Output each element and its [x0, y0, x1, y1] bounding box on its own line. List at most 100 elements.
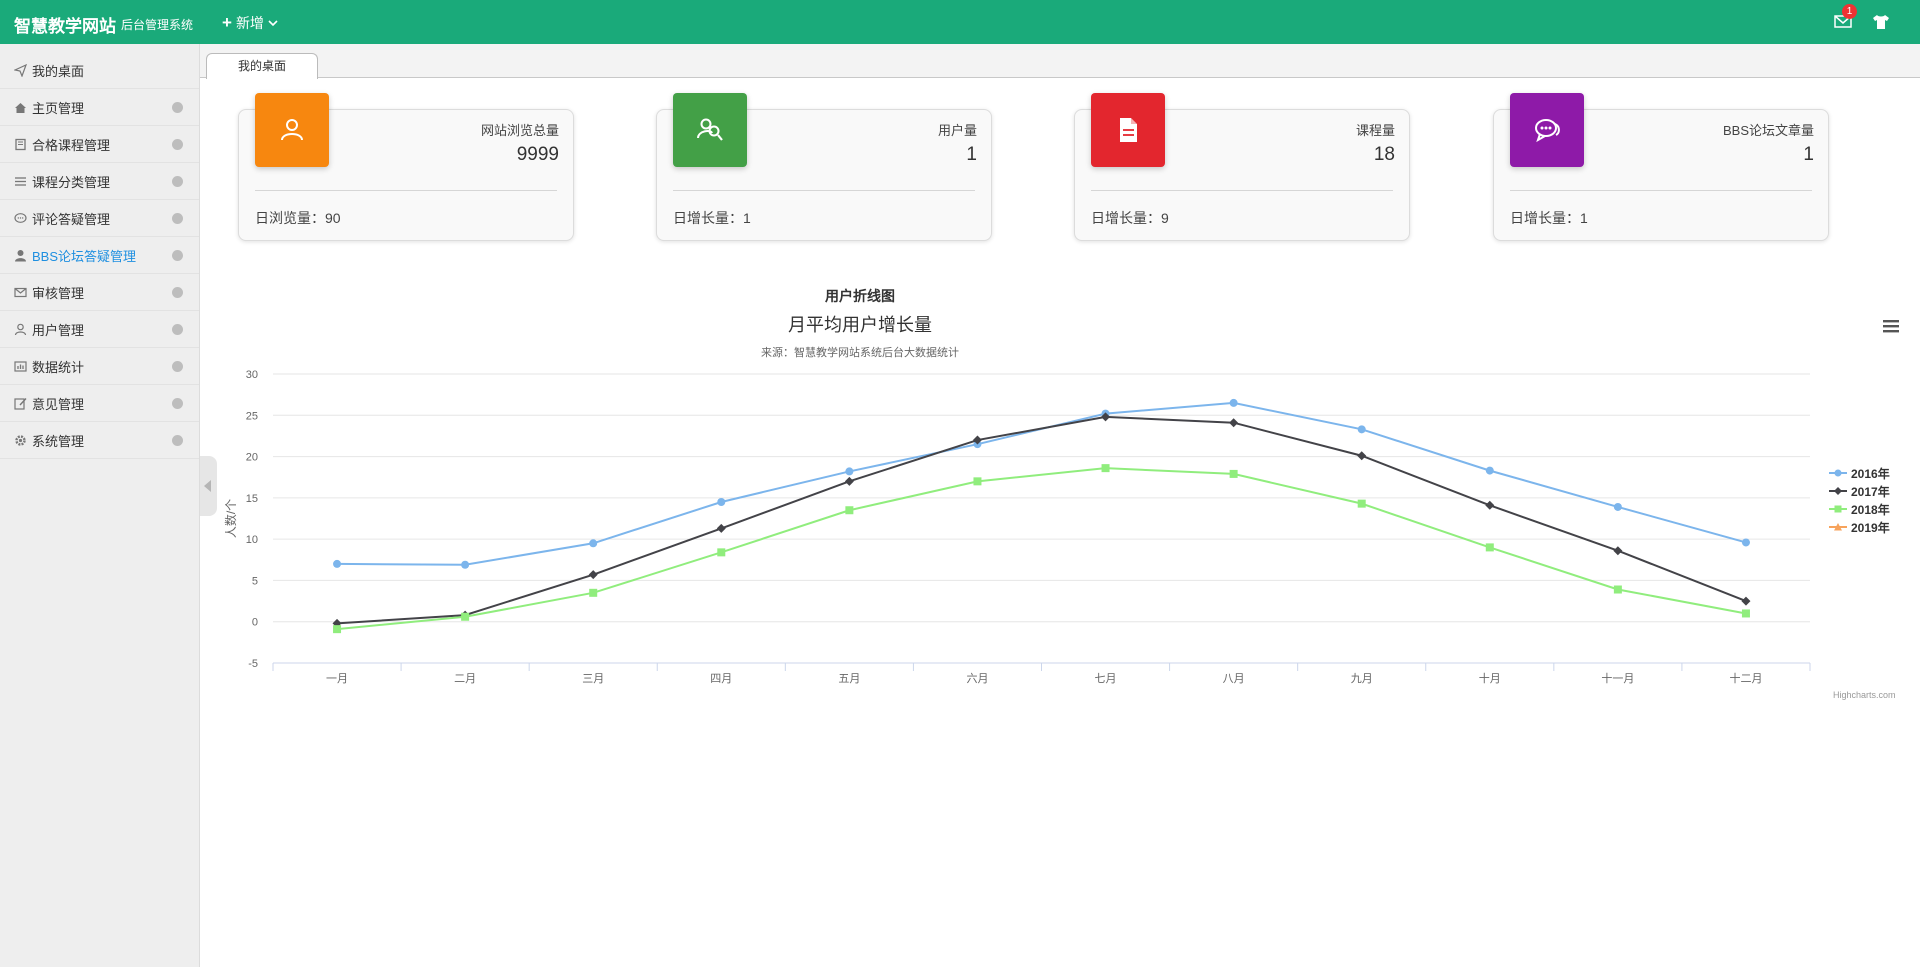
series-2-point — [717, 548, 726, 557]
brand-title[interactable]: 智慧教学网站 — [14, 12, 116, 37]
x-tick-label: 八月 — [1223, 673, 1245, 685]
series-1-point — [844, 476, 854, 486]
sidebar-item-10[interactable]: 系统管理 — [0, 422, 199, 459]
series-0-point — [1485, 466, 1494, 475]
sidebar-item-9[interactable]: 意见管理 — [0, 385, 199, 422]
series-1-point — [716, 523, 726, 533]
sidebar-item-0[interactable]: 我的桌面 — [0, 52, 199, 89]
stat-card-value: 18 — [1373, 144, 1395, 165]
brand-subtitle: 后台管理系统 — [121, 18, 194, 32]
series-1-point — [332, 618, 342, 628]
x-tick-label: 十月 — [1479, 671, 1501, 685]
sidebar-item-1[interactable]: 主页管理 — [0, 89, 199, 126]
tab-my-desktop[interactable]: 我的桌面 — [206, 53, 318, 79]
add-new-button[interactable]: + 新增 — [222, 13, 278, 33]
sidebar-item-2[interactable]: 合格课程管理 — [0, 126, 199, 163]
series-line-2 — [336, 467, 1747, 631]
legend-item-2[interactable]: 2018年 — [1829, 500, 1890, 518]
series-2-point — [1741, 609, 1750, 618]
shirt-icon[interactable] — [1871, 13, 1891, 31]
y-tick-label: 20 — [246, 452, 258, 464]
sidebar-item-label: 评论答疑管理 — [32, 211, 111, 227]
sidebar-expand-dot — [172, 250, 183, 261]
stat-card-label: 用户量 — [937, 123, 977, 138]
x-tick-label: 九月 — [1351, 672, 1373, 685]
stat-card-label: 网站浏览总量 — [480, 123, 559, 138]
sidebar-expand-dot — [172, 398, 183, 409]
sidebar-item-5[interactable]: BBS论坛答疑管理 — [0, 237, 199, 274]
document-icon — [1091, 93, 1165, 167]
chart-subtitle: 来源：智慧教学网站系统后台大数据统计 — [761, 347, 959, 359]
series-1-point — [1357, 451, 1367, 461]
stat-card-footer: 日增长量：1 — [1510, 210, 1588, 226]
series-1-point — [460, 610, 470, 620]
stat-card-footer: 日增长量：9 — [1091, 210, 1169, 226]
sidebar-item-label: 我的桌面 — [32, 63, 85, 79]
legend-symbol — [1829, 523, 1847, 531]
series-1-point — [1485, 500, 1495, 510]
sidebar-expand-dot — [172, 102, 183, 113]
list-icon — [14, 175, 27, 188]
series-1-point — [1741, 596, 1751, 606]
legend-symbol — [1829, 469, 1847, 477]
comment-icon — [14, 212, 27, 225]
series-2-point — [1357, 499, 1366, 508]
stat-card-label: BBS论坛文章量 — [1722, 123, 1814, 138]
series-0-point — [333, 559, 342, 568]
x-tick-label: 十一月 — [1601, 671, 1634, 685]
users-icon — [673, 93, 747, 167]
stat-card-divider — [1091, 190, 1393, 191]
legend-item-3[interactable]: 2019年 — [1829, 518, 1890, 536]
series-2-point — [973, 477, 982, 486]
sidebar-item-label: 主页管理 — [32, 100, 85, 116]
series-2-point — [333, 625, 342, 634]
user-icon — [255, 93, 329, 167]
sidebar-expand-dot — [172, 361, 183, 372]
stat-card-label: 课程量 — [1355, 123, 1395, 138]
sidebar-expand-dot — [172, 139, 183, 150]
chart-menu-icon[interactable] — [1882, 318, 1900, 334]
sidebar-item-3[interactable]: 课程分类管理 — [0, 163, 199, 200]
legend-symbol — [1829, 487, 1847, 495]
x-tick-label: 一月 — [326, 673, 348, 685]
series-1-point — [588, 570, 598, 580]
sidebar-expand-dot — [172, 213, 183, 224]
legend-label: 2016年 — [1851, 466, 1890, 481]
y-tick-label: 5 — [252, 575, 258, 587]
mail-count-badge: 1 — [1842, 4, 1857, 19]
series-1-point — [1101, 412, 1111, 422]
legend-item-0[interactable]: 2016年 — [1829, 464, 1890, 482]
chat-icon — [1510, 93, 1584, 167]
chart-credits[interactable]: Highcharts.com — [1833, 690, 1896, 700]
legend-label: 2017年 — [1851, 484, 1890, 499]
series-2-point — [1101, 464, 1110, 473]
legend-symbol — [1829, 505, 1847, 513]
series-2-point — [845, 506, 854, 515]
sidebar: 我的桌面 主页管理 合格课程管理 课程分类管理 评论答疑管理 BBS论坛答疑管理 审核管理用… — [0, 44, 200, 967]
home-icon — [14, 101, 27, 114]
legend-item-1[interactable]: 2017年 — [1829, 482, 1890, 500]
edit-icon — [14, 397, 27, 410]
y-tick-label: 10 — [246, 534, 258, 546]
series-1-point — [972, 435, 982, 445]
sidebar-collapse-toggle[interactable] — [200, 456, 217, 516]
x-tick-label: 十二月 — [1729, 671, 1762, 685]
x-tick-label: 四月 — [710, 673, 732, 685]
series-2-point — [461, 612, 470, 621]
x-tick-label: 六月 — [966, 672, 988, 685]
series-0-point — [1101, 409, 1110, 418]
y-tick-label: 30 — [246, 369, 258, 381]
top-bar: 智慧教学网站 后台管理系统 + 新增 1 — [0, 0, 1920, 44]
plus-icon: + — [222, 13, 232, 32]
series-line-1 — [336, 415, 1747, 625]
x-tick-label: 二月 — [454, 673, 476, 685]
chart-heading: 用户折线图 — [825, 288, 895, 304]
series-2-point — [1613, 585, 1622, 594]
sidebar-item-4[interactable]: 评论答疑管理 — [0, 200, 199, 237]
series-0-point — [845, 467, 854, 476]
chevron-down-icon — [268, 20, 278, 27]
x-tick-label: 三月 — [582, 673, 604, 685]
series-0-point — [717, 497, 726, 506]
stat-card-divider — [255, 190, 557, 191]
stats-icon — [14, 360, 27, 373]
